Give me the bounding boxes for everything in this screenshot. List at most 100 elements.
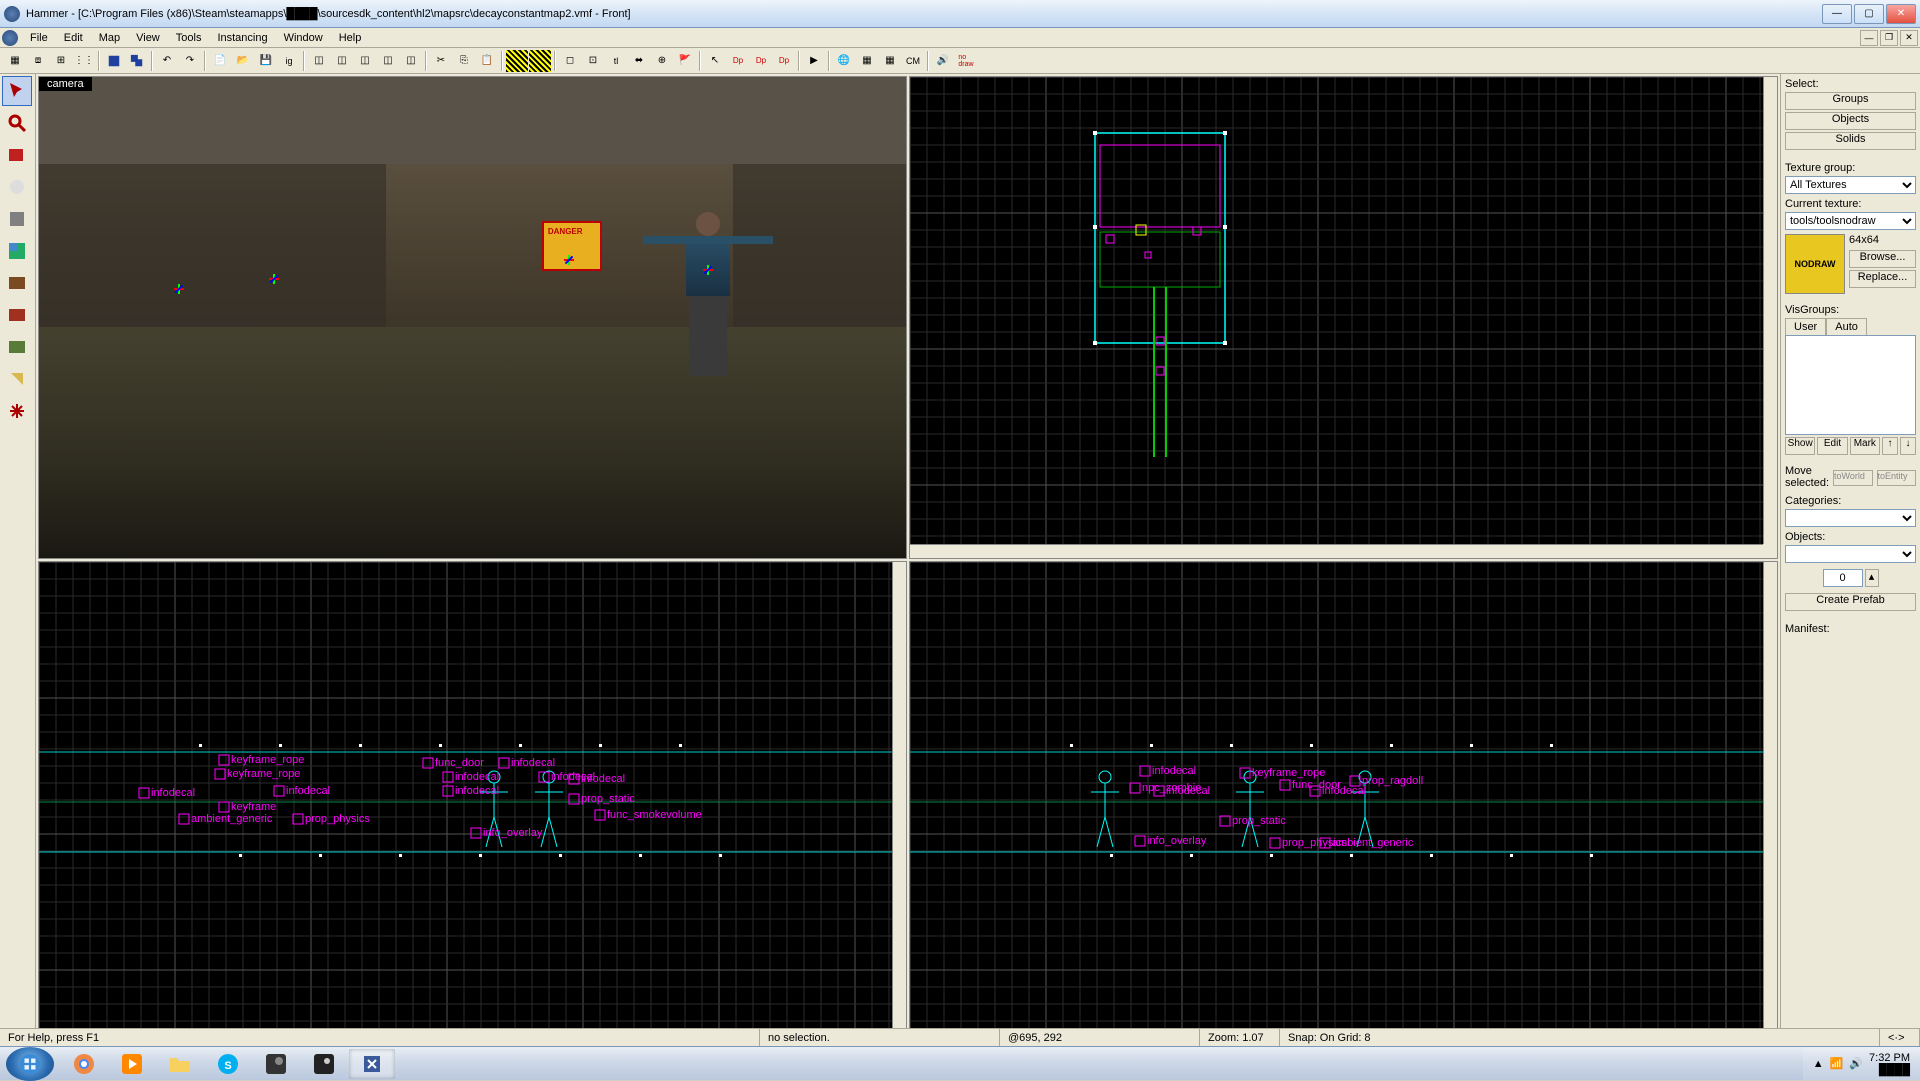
scrollbar-vertical[interactable] bbox=[1763, 77, 1777, 544]
copy-icon[interactable]: ⎘ bbox=[453, 50, 475, 72]
menu-instancing[interactable]: Instancing bbox=[209, 32, 275, 44]
taskbar-steam2[interactable] bbox=[301, 1049, 347, 1079]
toworld-button[interactable]: toWorld bbox=[1833, 470, 1872, 486]
carve-icon[interactable] bbox=[103, 50, 125, 72]
mark-button[interactable]: Mark bbox=[1850, 437, 1880, 455]
redo-icon[interactable]: ↷ bbox=[179, 50, 201, 72]
clipping-tool[interactable] bbox=[2, 364, 32, 394]
replace-button[interactable]: Replace... bbox=[1849, 270, 1916, 288]
dp2-icon[interactable]: Dp bbox=[750, 50, 772, 72]
menu-tools[interactable]: Tools bbox=[168, 32, 210, 44]
grid-3d-icon[interactable]: ⧈ bbox=[27, 50, 49, 72]
run-icon[interactable]: ▶ bbox=[803, 50, 825, 72]
clock-date[interactable]: ████ bbox=[1869, 1064, 1910, 1076]
toggle4-icon[interactable]: ◫ bbox=[377, 50, 399, 72]
edit-button[interactable]: Edit bbox=[1817, 437, 1847, 455]
menu-view[interactable]: View bbox=[128, 32, 168, 44]
align-icon[interactable]: ⬌ bbox=[628, 50, 650, 72]
menu-edit[interactable]: Edit bbox=[56, 32, 91, 44]
texlock2-icon[interactable]: ▦ bbox=[879, 50, 901, 72]
close-button[interactable]: ✕ bbox=[1886, 4, 1916, 24]
tray-volume-icon[interactable]: 🔊 bbox=[1849, 1057, 1863, 1070]
taskbar-hammer[interactable] bbox=[349, 1049, 395, 1079]
texture-tool[interactable] bbox=[2, 236, 32, 266]
clock-time[interactable]: 7:32 PM bbox=[1869, 1052, 1910, 1064]
menu-map[interactable]: Map bbox=[91, 32, 128, 44]
menu-file[interactable]: File bbox=[22, 32, 56, 44]
hazard1-icon[interactable] bbox=[506, 50, 528, 72]
texgroup-select[interactable]: All Textures bbox=[1785, 176, 1916, 194]
browse-button[interactable]: Browse... bbox=[1849, 250, 1916, 268]
system-tray[interactable]: ▲ 📶 🔊 7:32 PM ████ bbox=[1803, 1047, 1920, 1080]
tray-flag-icon[interactable]: ▲ bbox=[1813, 1058, 1824, 1070]
menu-window[interactable]: Window bbox=[276, 32, 331, 44]
group-icon[interactable] bbox=[126, 50, 148, 72]
viewport-top[interactable] bbox=[909, 76, 1778, 559]
create-prefab-button[interactable]: Create Prefab bbox=[1785, 593, 1916, 611]
select-handles-icon[interactable]: ⊡ bbox=[582, 50, 604, 72]
texlock-icon[interactable]: ▦ bbox=[856, 50, 878, 72]
viewport-front[interactable]: keyframe_ropekeyframe_ropeinfodecalinfod… bbox=[38, 561, 907, 1044]
overlay-tool[interactable] bbox=[2, 332, 32, 362]
decal-tool[interactable] bbox=[2, 300, 32, 330]
ig-icon[interactable]: ig bbox=[278, 50, 300, 72]
grid-2d-icon[interactable]: ▦ bbox=[4, 50, 26, 72]
up-button[interactable]: ↑ bbox=[1882, 437, 1898, 455]
down-button[interactable]: ↓ bbox=[1900, 437, 1916, 455]
viewport-3d[interactable]: camera bbox=[38, 76, 907, 559]
flag-icon[interactable]: 🚩 bbox=[674, 50, 696, 72]
cursor-icon[interactable]: ↖ bbox=[704, 50, 726, 72]
toggle5-icon[interactable]: ◫ bbox=[400, 50, 422, 72]
paste-icon[interactable]: 📋 bbox=[476, 50, 498, 72]
cut-icon[interactable]: ✂ bbox=[430, 50, 452, 72]
cm-icon[interactable]: CM bbox=[902, 50, 924, 72]
entity-tool[interactable] bbox=[2, 172, 32, 202]
sound-icon[interactable]: 🔊 bbox=[932, 50, 954, 72]
scrollbar-vertical[interactable] bbox=[1763, 562, 1777, 1029]
tab-auto[interactable]: Auto bbox=[1826, 318, 1867, 335]
minimize-button[interactable]: — bbox=[1822, 4, 1852, 24]
toentity-button[interactable]: toEntity bbox=[1877, 470, 1916, 486]
taskbar-explorer[interactable] bbox=[157, 1049, 203, 1079]
tab-user[interactable]: User bbox=[1785, 318, 1826, 335]
start-button[interactable] bbox=[6, 1047, 54, 1081]
new-icon[interactable]: 📄 bbox=[209, 50, 231, 72]
categories-select[interactable] bbox=[1785, 509, 1916, 527]
dp3-icon[interactable]: Dp bbox=[773, 50, 795, 72]
mdi-minimize[interactable]: — bbox=[1860, 30, 1878, 46]
menu-help[interactable]: Help bbox=[331, 32, 370, 44]
spin-up[interactable]: ▴ bbox=[1865, 569, 1879, 587]
open-icon[interactable]: 📂 bbox=[232, 50, 254, 72]
grid-small-icon[interactable]: ⊞ bbox=[50, 50, 72, 72]
magnify-tool[interactable] bbox=[2, 108, 32, 138]
taskbar-chrome[interactable] bbox=[61, 1049, 107, 1079]
curtex-select[interactable]: tools/toolsnodraw bbox=[1785, 212, 1916, 230]
scrollbar-horizontal[interactable] bbox=[910, 544, 1763, 558]
maximize-button[interactable]: ▢ bbox=[1854, 4, 1884, 24]
center-icon[interactable]: ⊕ bbox=[651, 50, 673, 72]
toggle1-icon[interactable]: ◫ bbox=[308, 50, 330, 72]
taskbar-skype[interactable]: S bbox=[205, 1049, 251, 1079]
vertex-tool[interactable] bbox=[2, 396, 32, 426]
mdi-restore[interactable]: ❐ bbox=[1880, 30, 1898, 46]
taskbar-media[interactable] bbox=[109, 1049, 155, 1079]
show-button[interactable]: Show bbox=[1785, 437, 1815, 455]
hazard2-icon[interactable] bbox=[529, 50, 551, 72]
camera-tool[interactable] bbox=[2, 140, 32, 170]
mdi-close[interactable]: ✕ bbox=[1900, 30, 1918, 46]
select-groups-button[interactable]: Groups bbox=[1785, 92, 1916, 110]
select-solids-button[interactable]: Solids bbox=[1785, 132, 1916, 150]
toggle3-icon[interactable]: ◫ bbox=[354, 50, 376, 72]
selection-tool[interactable] bbox=[2, 76, 32, 106]
grid-dots-icon[interactable]: ⋮⋮ bbox=[73, 50, 95, 72]
tray-network-icon[interactable]: 📶 bbox=[1830, 1057, 1844, 1070]
save-icon[interactable]: 💾 bbox=[255, 50, 277, 72]
visgroups-list[interactable] bbox=[1785, 335, 1916, 435]
viewport-side[interactable]: infodecalnpc_zombieinfodecalprop_statici… bbox=[909, 561, 1778, 1044]
select-objects-button[interactable]: Objects bbox=[1785, 112, 1916, 130]
undo-icon[interactable]: ↶ bbox=[156, 50, 178, 72]
toggle2-icon[interactable]: ◫ bbox=[331, 50, 353, 72]
apply-texture-tool[interactable] bbox=[2, 268, 32, 298]
tl-icon[interactable]: tl bbox=[605, 50, 627, 72]
dp1-icon[interactable]: Dp bbox=[727, 50, 749, 72]
